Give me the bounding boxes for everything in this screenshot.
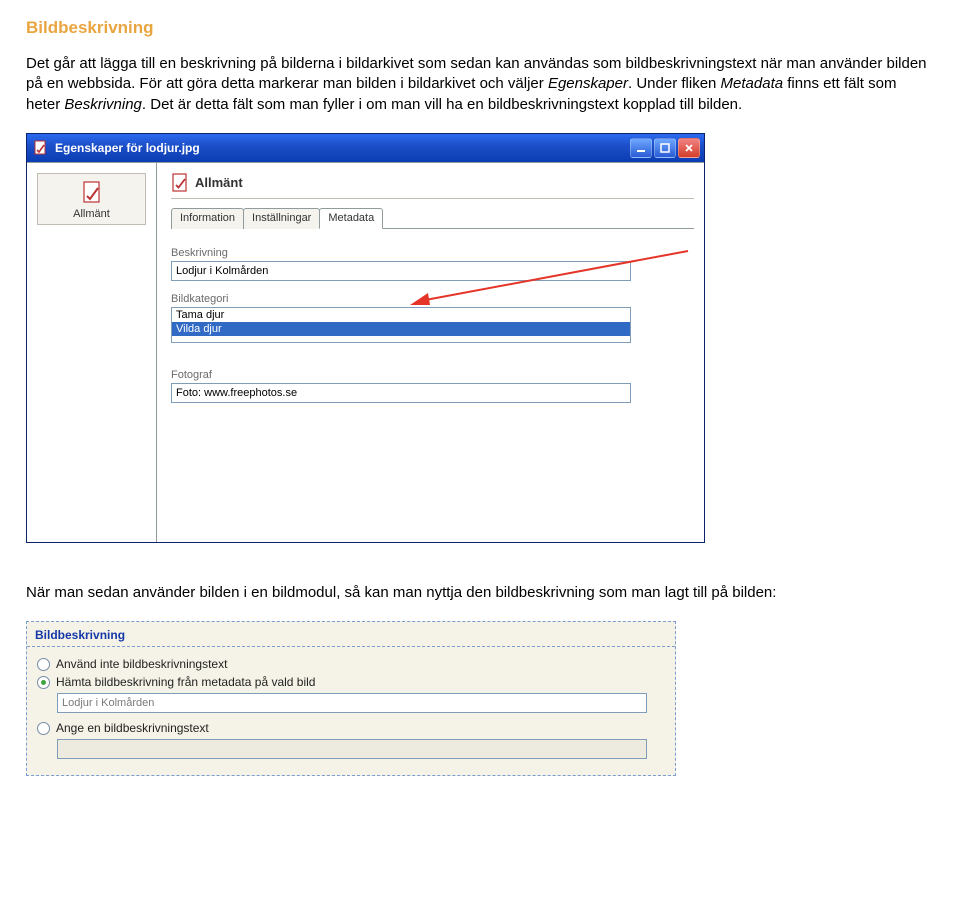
fotograf-input[interactable] (171, 383, 631, 403)
window-title: Egenskaper för lodjur.jpg (55, 141, 630, 155)
intro-italic-metadata: Metadata (721, 75, 784, 92)
radio-label: Ange en bildbeskrivningstext (56, 721, 209, 735)
intro-italic-beskrivning: Beskrivning (64, 96, 142, 113)
list-item[interactable]: Tama djur (172, 308, 630, 322)
tab-information[interactable]: Information (171, 208, 244, 229)
fieldset-separator (27, 646, 675, 647)
subtab-strip: Information Inställningar Metadata (171, 207, 694, 229)
right-panel: Allmänt Information Inställningar Metada… (157, 163, 704, 542)
fotograf-label: Fotograf (171, 369, 694, 381)
radio-icon (37, 722, 50, 735)
window-buttons (630, 138, 700, 158)
second-paragraph: När man sedan använder bilden i en bildm… (26, 583, 934, 603)
field-beskrivning: Beskrivning (171, 247, 694, 281)
window-body: Allmänt Allmänt Information Inställninga… (27, 162, 704, 542)
page-title: Bildbeskrivning (26, 18, 934, 38)
intro-text-b: . Under fliken (628, 75, 721, 92)
custom-text-input[interactable] (57, 739, 647, 759)
bildkategori-listbox[interactable]: Tama djur Vilda djur (171, 307, 631, 343)
maximize-button[interactable] (654, 138, 676, 158)
field-fotograf: Fotograf (171, 369, 694, 403)
minimize-button[interactable] (630, 138, 652, 158)
beskrivning-input[interactable] (171, 261, 631, 281)
titlebar: Egenskaper för lodjur.jpg (27, 134, 704, 162)
radio-option-none[interactable]: Använd inte bildbeskrivningstext (27, 655, 675, 673)
intro-text-d: . Det är detta fält som man fyller i om … (142, 96, 742, 113)
radio-label: Hämta bildbeskrivning från metadata på v… (56, 675, 315, 689)
bildkategori-label: Bildkategori (171, 293, 694, 305)
list-item[interactable]: Vilda djur (172, 322, 630, 336)
radio-option-custom[interactable]: Ange en bildbeskrivningstext (27, 719, 675, 737)
radio-icon (37, 658, 50, 671)
fieldset-legend: Bildbeskrivning (27, 622, 675, 644)
metadata-text-input[interactable] (57, 693, 647, 713)
properties-window: Egenskaper för lodjur.jpg Al (26, 133, 705, 543)
intro-italic-egenskaper: Egenskaper (548, 75, 628, 92)
intro-paragraph: Det går att lägga till en beskrivning på… (26, 54, 934, 115)
field-bildkategori: Bildkategori Tama djur Vilda djur (171, 293, 694, 343)
document-check-icon (171, 173, 189, 193)
tab-metadata[interactable]: Metadata (319, 208, 383, 229)
tab-installningar[interactable]: Inställningar (243, 208, 320, 229)
bildbeskrivning-fieldset: Bildbeskrivning Använd inte bildbeskrivn… (26, 621, 676, 776)
panel-heading-text: Allmänt (195, 175, 243, 190)
nav-item-allmant[interactable]: Allmänt (37, 173, 146, 225)
close-button[interactable] (678, 138, 700, 158)
radio-option-from-metadata[interactable]: Hämta bildbeskrivning från metadata på v… (27, 673, 675, 691)
app-icon (33, 140, 49, 156)
panel-heading: Allmänt (171, 173, 694, 199)
radio-icon (37, 676, 50, 689)
nav-item-label: Allmänt (38, 208, 145, 220)
beskrivning-label: Beskrivning (171, 247, 694, 259)
left-navigation: Allmänt (27, 163, 157, 542)
document-check-icon (81, 180, 103, 206)
radio-label: Använd inte bildbeskrivningstext (56, 657, 227, 671)
